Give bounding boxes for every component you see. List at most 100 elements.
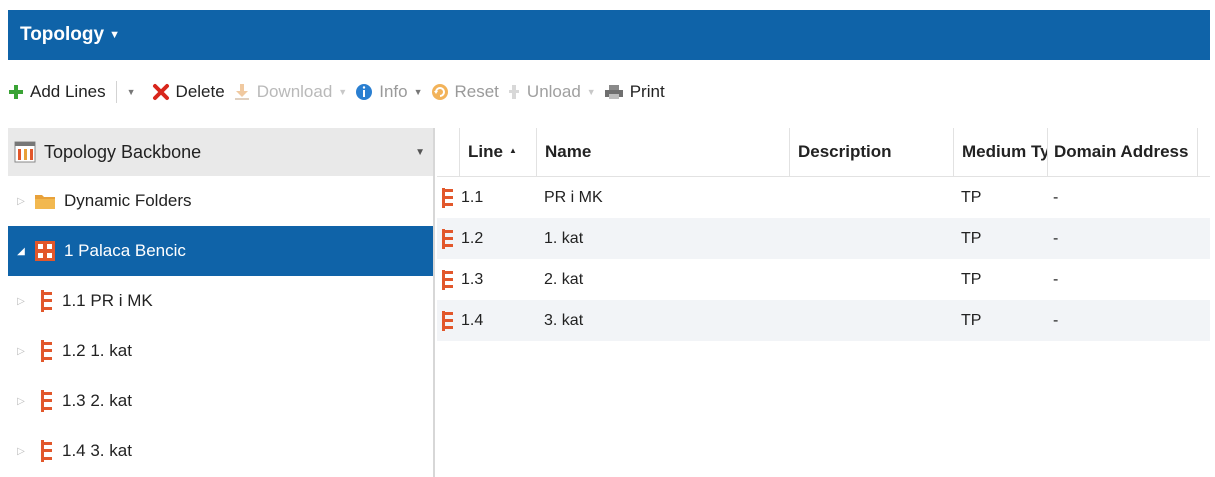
column-label: Domain Address — [1054, 142, 1189, 161]
topology-panel-header: Topology ▼ — [8, 10, 1210, 60]
tree-item-line-1-2[interactable]: ▷ 1.2 1. kat — [8, 326, 433, 376]
info-button[interactable]: Info ▼ — [355, 82, 423, 102]
expand-arrow-icon[interactable]: ▷ — [16, 196, 26, 207]
cell-domain-address: - — [1053, 229, 1059, 247]
cell-description — [789, 218, 953, 259]
unload-button[interactable]: Unload ▼ — [507, 82, 596, 102]
chevron-down-icon: ▼ — [338, 87, 348, 97]
column-header-domain-address[interactable]: Domain Address — [1047, 128, 1197, 176]
cell-line: 1.1 — [461, 188, 484, 206]
table-row[interactable]: 1.1 PR i MK TP - — [437, 177, 1210, 218]
add-lines-button[interactable]: Add Lines — [8, 82, 106, 102]
expand-arrow-icon[interactable]: ▷ — [16, 396, 26, 407]
plus-icon — [8, 84, 24, 100]
column-header-medium-type[interactable]: Medium Type — [953, 128, 1047, 176]
tree-item-label: 1 Palaca Bencic — [64, 241, 186, 260]
sort-ascending-icon: ▲ — [508, 145, 517, 155]
download-button[interactable]: Download ▼ — [233, 82, 348, 102]
cell-line: 1.4 — [461, 311, 484, 329]
cell-name: PR i MK — [544, 188, 603, 206]
table-row[interactable]: 1.4 3. kat TP - — [437, 300, 1210, 341]
line-icon — [437, 259, 459, 300]
reset-icon — [431, 83, 449, 101]
cell-name: 2. kat — [544, 270, 584, 288]
line-icon — [40, 289, 54, 313]
reset-button[interactable]: Reset — [431, 82, 499, 102]
building-icon — [34, 240, 56, 262]
tree-item-dynamic-folders[interactable]: ▷ Dynamic Folders — [8, 176, 433, 226]
topology-menu[interactable]: Topology ▼ — [20, 24, 120, 46]
toolbar: Add Lines ▼ Delete Download ▼ Info ▼ Res… — [8, 72, 1210, 112]
cell-line: 1.3 — [461, 270, 484, 288]
tree-view-label: Topology Backbone — [44, 141, 202, 162]
cell-description — [789, 259, 953, 300]
table-row[interactable]: 1.3 2. kat TP - — [437, 259, 1210, 300]
folder-icon — [34, 192, 56, 210]
print-button[interactable]: Print — [604, 82, 665, 102]
info-icon — [355, 83, 373, 101]
tree-item-label: Dynamic Folders — [64, 191, 192, 210]
panel-title: Topology — [20, 24, 105, 45]
tree-item-line-1-1[interactable]: ▷ 1.1 PR i MK — [8, 276, 433, 326]
column-header-description[interactable]: Description — [789, 128, 953, 176]
collapse-arrow-icon[interactable]: ◢ — [16, 246, 26, 257]
cell-medium-type: TP — [961, 270, 982, 288]
column-header-spacer — [1197, 128, 1210, 176]
line-icon — [437, 177, 459, 218]
topology-backbone-icon — [14, 141, 36, 163]
tree-item-label: 1.2 1. kat — [62, 341, 132, 360]
tree-item-1-palaca-bencic[interactable]: ◢ 1 Palaca Bencic — [8, 226, 433, 276]
cell-medium-type: TP — [961, 311, 982, 329]
column-label: Medium Type — [962, 142, 1047, 161]
tree-item-label: 1.3 2. kat — [62, 391, 132, 410]
chevron-down-icon: ▼ — [413, 87, 423, 97]
cell-medium-type: TP — [961, 229, 982, 247]
delete-x-icon — [152, 83, 170, 101]
column-label: Description — [798, 142, 892, 161]
expand-arrow-icon[interactable]: ▷ — [16, 446, 26, 457]
column-label: Name — [545, 142, 592, 161]
chevron-down-icon: ▼ — [586, 87, 596, 97]
tree-view-selector[interactable]: Topology Backbone ▼ — [8, 128, 433, 176]
chevron-down-icon: ▼ — [109, 29, 120, 41]
toolbar-separator — [115, 81, 117, 103]
column-label: Line — [468, 142, 503, 161]
table-row[interactable]: 1.2 1. kat TP - — [437, 218, 1210, 259]
lines-grid: Line ▲ Name Description Medium Type Domai… — [437, 128, 1210, 477]
line-icon — [40, 339, 54, 363]
delete-label: Delete — [175, 82, 225, 101]
add-lines-dropdown[interactable]: ▼ — [127, 87, 136, 97]
cell-name: 3. kat — [544, 311, 584, 329]
download-icon — [233, 83, 251, 101]
tree-item-label: 1.1 PR i MK — [62, 291, 153, 310]
row-icon-column — [437, 128, 459, 176]
line-icon — [437, 300, 459, 341]
download-label: Download — [256, 82, 333, 101]
tree-item-line-1-4[interactable]: ▷ 1.4 3. kat — [8, 426, 433, 476]
info-label: Info — [379, 82, 408, 101]
cell-description — [789, 300, 953, 341]
cell-domain-address: - — [1053, 311, 1059, 329]
chevron-down-icon: ▼ — [126, 87, 136, 97]
cell-description — [789, 177, 953, 218]
delete-button[interactable]: Delete — [152, 82, 225, 102]
column-header-name[interactable]: Name — [536, 128, 789, 176]
cell-domain-address: - — [1053, 188, 1059, 206]
tree-item-line-1-3[interactable]: ▷ 1.3 2. kat — [8, 376, 433, 426]
line-icon — [40, 389, 54, 413]
column-header-line[interactable]: Line ▲ — [459, 128, 536, 176]
tree-item-label: 1.4 3. kat — [62, 441, 132, 460]
topology-tree-panel: Topology Backbone ▼ ▷ Dynamic Folders ◢ … — [8, 128, 435, 477]
unload-label: Unload — [526, 82, 581, 101]
cell-medium-type: TP — [961, 188, 982, 206]
unload-icon — [507, 83, 521, 101]
expand-arrow-icon[interactable]: ▷ — [16, 296, 26, 307]
add-lines-label: Add Lines — [30, 82, 106, 101]
chevron-down-icon: ▼ — [415, 146, 425, 158]
cell-line: 1.2 — [461, 229, 484, 247]
cell-name: 1. kat — [544, 229, 584, 247]
line-icon — [40, 439, 54, 463]
line-icon — [437, 218, 459, 259]
expand-arrow-icon[interactable]: ▷ — [16, 346, 26, 357]
print-label: Print — [629, 82, 665, 101]
